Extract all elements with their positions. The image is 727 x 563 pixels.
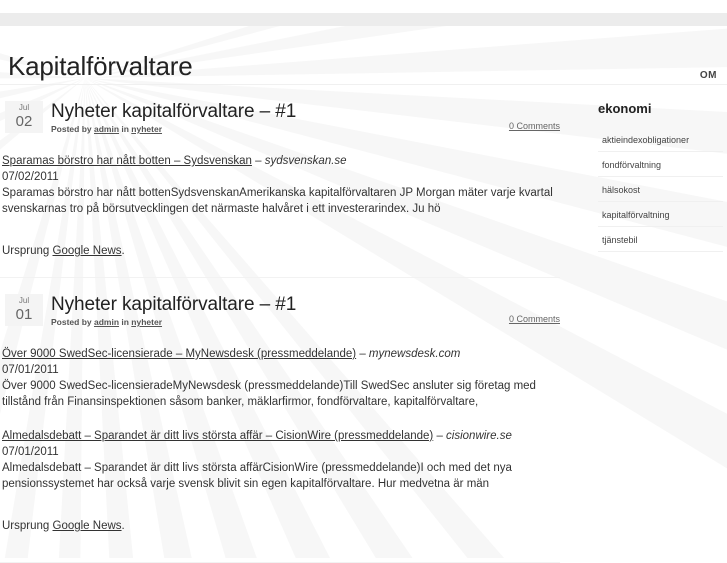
sidebar: ekonomi aktieindexobligationer fondförva…	[598, 101, 723, 252]
sidebar-link-label[interactable]: tjänstebil	[602, 235, 638, 245]
news-headline-link[interactable]: Sparamas börstro har nått botten – Sydsv…	[2, 155, 252, 167]
post-date-badge: Jul 02	[5, 101, 43, 133]
news-headline-link[interactable]: Över 9000 SwedSec-licensierade – MyNewsd…	[2, 348, 356, 360]
post-meta: Posted by admin in nyheter	[51, 317, 560, 328]
sidebar-widget-title: ekonomi	[598, 101, 652, 116]
news-snippet: Sparamas börstro har nått bottenSydsvens…	[2, 187, 553, 215]
posted-by-label: Posted by	[51, 317, 94, 327]
news-source-domain: cisionwire.se	[446, 430, 512, 442]
news-date: 07/01/2011	[2, 446, 59, 458]
post-comments-link[interactable]: 0 Comments	[509, 121, 560, 131]
post-date-month: Jul	[18, 296, 30, 305]
post-author-link[interactable]: admin	[94, 124, 119, 134]
post-article: Jul 01 Nyheter kapitalförvaltare – #1 Po…	[0, 278, 572, 552]
origin-source-link[interactable]: Google News	[53, 245, 122, 257]
origin-source-link[interactable]: Google News	[53, 520, 122, 532]
post-author-link[interactable]: admin	[94, 317, 119, 327]
news-headline-link[interactable]: Almedalsdebatt – Sparandet är ditt livs …	[2, 430, 433, 442]
news-item: Almedalsdebatt – Sparandet är ditt livs …	[2, 428, 560, 492]
news-item: Sparamas börstro har nått botten – Sydsv…	[2, 153, 560, 217]
post-category-link[interactable]: nyheter	[131, 124, 162, 134]
posted-by-label: Posted by	[51, 124, 94, 134]
sidebar-link-label[interactable]: hälsokost	[602, 185, 640, 195]
page-root: Kapitalförvaltare OM Jul 02 Nyheter kapi…	[0, 13, 727, 563]
sidebar-item-tjanstebil[interactable]: tjänstebil	[598, 227, 723, 252]
post-header: Nyheter kapitalförvaltare – #1 Posted by…	[51, 101, 560, 137]
sidebar-item-aktieindexobligationer[interactable]: aktieindexobligationer	[598, 127, 723, 152]
news-snippet: Över 9000 SwedSec-licensieradeMyNewsdesk…	[2, 380, 536, 408]
sidebar-link-label[interactable]: fondförvaltning	[602, 160, 661, 170]
origin-suffix: .	[121, 520, 125, 532]
post-date-day: 02	[15, 113, 33, 130]
news-dash: –	[433, 430, 447, 442]
post-header: Nyheter kapitalförvaltare – #1 Posted by…	[51, 294, 560, 330]
top-gray-strip	[0, 13, 727, 26]
news-source-domain: mynewsdesk.com	[368, 348, 461, 360]
sidebar-link-label[interactable]: aktieindexobligationer	[602, 135, 689, 145]
news-headline-row: Almedalsdebatt – Sparandet är ditt livs …	[2, 428, 560, 444]
content-wrapper: Jul 02 Nyheter kapitalförvaltare – #1 Po…	[0, 85, 727, 563]
news-date: 07/01/2011	[2, 364, 59, 376]
meta-in-word: in	[119, 124, 132, 134]
origin-suffix: .	[121, 245, 125, 257]
post-date-day: 01	[15, 306, 33, 323]
post-origin: Ursprung Google News.	[2, 243, 560, 259]
origin-prefix: Ursprung	[2, 245, 53, 257]
post-body: Över 9000 SwedSec-licensierade – MyNewsd…	[0, 346, 560, 534]
news-item: Över 9000 SwedSec-licensierade – MyNewsd…	[2, 346, 560, 410]
news-headline-row: Sparamas börstro har nått botten – Sydsv…	[2, 153, 560, 169]
main-navigation: OM	[700, 67, 717, 81]
post-date-badge: Jul 01	[5, 294, 43, 326]
post-meta: Posted by admin in nyheter	[51, 124, 560, 135]
post-comments-link[interactable]: 0 Comments	[509, 314, 560, 324]
sidebar-tag-list: aktieindexobligationer fondförvaltning h…	[598, 127, 723, 252]
post-title[interactable]: Nyheter kapitalförvaltare – #1	[51, 294, 560, 316]
nav-item-om[interactable]: OM	[700, 70, 717, 81]
main-column: Jul 02 Nyheter kapitalförvaltare – #1 Po…	[0, 85, 572, 563]
post-body: Sparamas börstro har nått botten – Sydsv…	[0, 153, 560, 259]
post-origin: Ursprung Google News.	[2, 518, 560, 534]
news-source-domain: sydsvenskan.se	[264, 155, 347, 167]
meta-in-word: in	[119, 317, 132, 327]
sidebar-item-fondforvaltning[interactable]: fondförvaltning	[598, 152, 723, 177]
post-article: Jul 02 Nyheter kapitalförvaltare – #1 Po…	[0, 85, 572, 277]
post-category-link[interactable]: nyheter	[131, 317, 162, 327]
sidebar-item-kapitalforvaltning[interactable]: kapitalförvaltning	[598, 202, 723, 227]
site-title: Kapitalförvaltare	[8, 51, 193, 81]
sidebar-link-label[interactable]: kapitalförvaltning	[602, 210, 670, 220]
news-date: 07/02/2011	[2, 171, 59, 183]
sidebar-item-halsokost[interactable]: hälsokost	[598, 177, 723, 202]
news-dash: –	[356, 348, 369, 360]
post-date-month: Jul	[18, 103, 30, 112]
news-snippet: Almedalsdebatt – Sparandet är ditt livs …	[2, 462, 512, 490]
post-title[interactable]: Nyheter kapitalförvaltare – #1	[51, 101, 560, 123]
news-dash: –	[251, 155, 265, 167]
news-headline-row: Över 9000 SwedSec-licensierade – MyNewsd…	[2, 346, 560, 362]
origin-prefix: Ursprung	[2, 520, 53, 532]
